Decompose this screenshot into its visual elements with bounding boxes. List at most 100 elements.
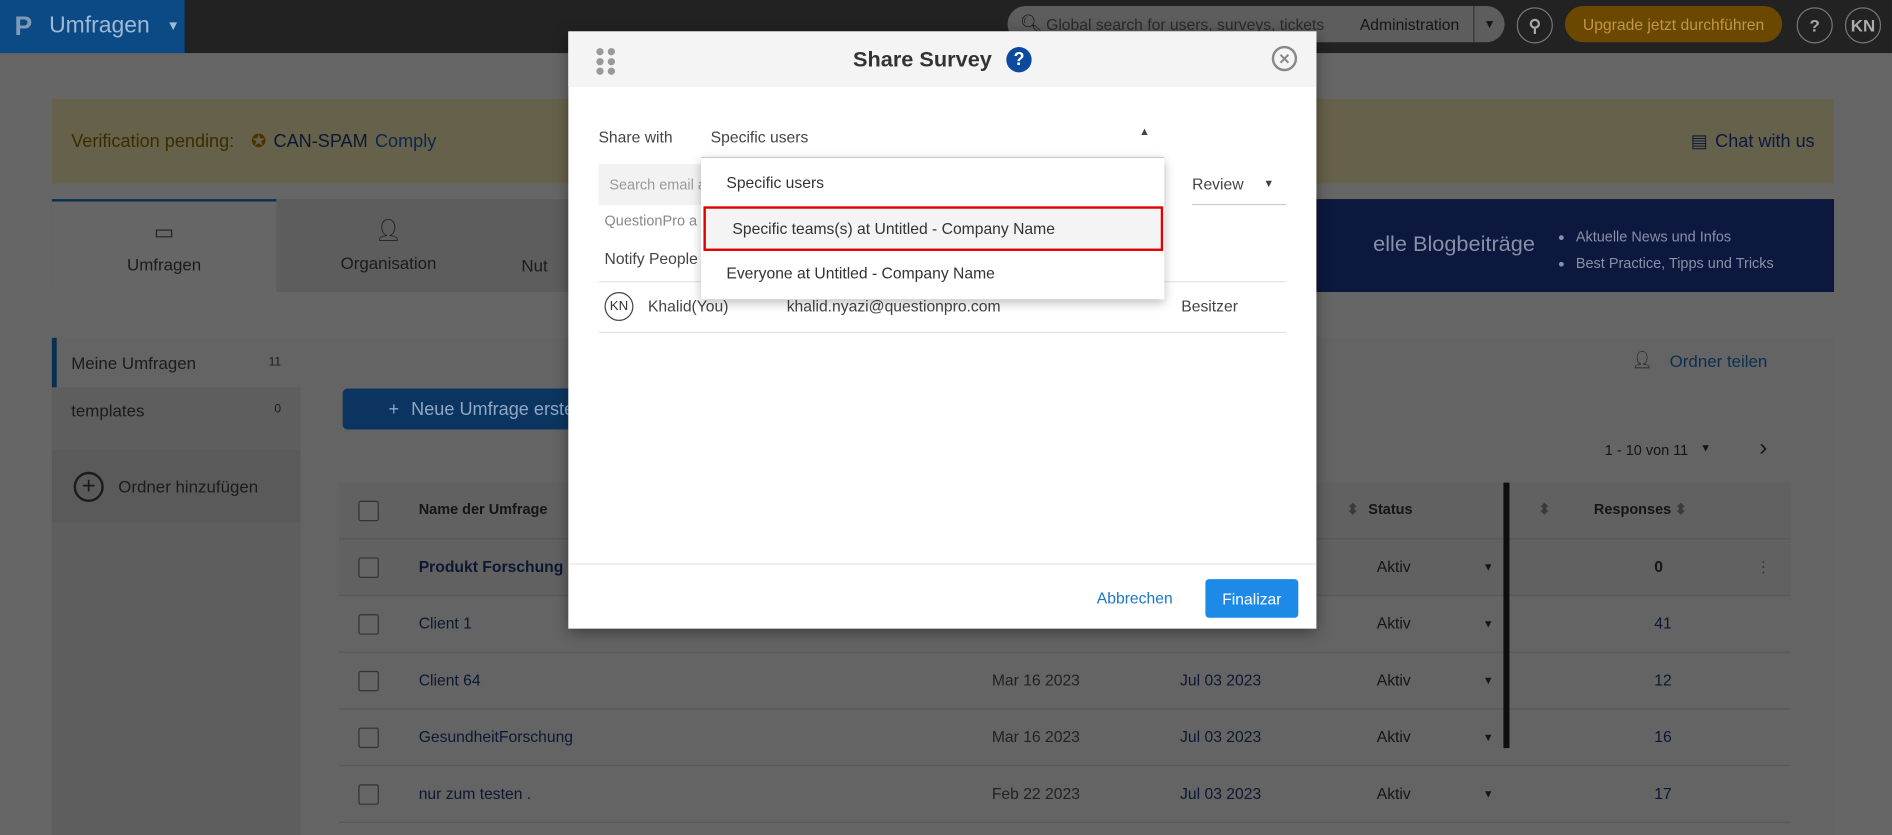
responses-count[interactable]: 41 xyxy=(1654,614,1671,632)
permission-value: Review xyxy=(1192,174,1244,194)
user-avatar: KN xyxy=(604,291,634,321)
survey-name-link[interactable]: Client 64 xyxy=(419,671,481,689)
chat-button[interactable]: ▤ Chat with us xyxy=(1691,130,1815,152)
more-options-icon[interactable]: ⋮ xyxy=(1756,557,1772,576)
folder-count: 11 xyxy=(268,355,282,370)
user-role: Besitzer xyxy=(1181,296,1238,315)
upgrade-button[interactable]: Upgrade jetzt durchführen xyxy=(1564,6,1783,43)
responses-count[interactable]: 17 xyxy=(1654,784,1671,802)
caret-down-icon[interactable]: ▼ xyxy=(1483,788,1494,800)
scope-dropdown-icon[interactable]: ▼ xyxy=(1473,6,1504,43)
permission-select[interactable]: Review ▼ xyxy=(1192,164,1287,206)
survey-name-link[interactable]: Produkt Forschung xyxy=(419,557,564,575)
survey-name-link[interactable]: nur zum testen . xyxy=(419,784,531,802)
option-everyone[interactable]: Everyone at Untitled - Company Name xyxy=(701,251,1164,296)
caret-down-icon[interactable]: ▼ xyxy=(1483,561,1494,573)
folder-meine-umfragen[interactable]: Meine Umfragen 11 xyxy=(51,337,301,388)
survey-name-link[interactable]: Client 1 xyxy=(419,614,472,632)
caret-down-icon[interactable]: ▼ xyxy=(1483,731,1494,743)
sort-icon[interactable]: ⬍ xyxy=(1347,501,1359,518)
caret-down-icon[interactable]: ▼ xyxy=(1483,618,1494,630)
help-button[interactable]: ? xyxy=(1796,7,1833,44)
chevron-down-icon: ▼ xyxy=(1700,441,1712,454)
table-row[interactable]: GesundheitForschung Mar 16 2023 Jul 03 2… xyxy=(339,709,1791,767)
row-checkbox[interactable] xyxy=(358,557,379,578)
created-date: Mar 16 2023 xyxy=(991,670,1080,689)
blog-promo[interactable]: elle Blogbeiträge Aktuelle News und Info… xyxy=(1315,199,1835,292)
status-select[interactable]: Aktiv xyxy=(1377,614,1411,632)
header-status[interactable]: Status xyxy=(1368,501,1412,518)
cancel-button[interactable]: Abbrechen xyxy=(1097,589,1173,607)
status-select[interactable]: Aktiv xyxy=(1377,784,1411,802)
next-page-button[interactable]: › xyxy=(1759,434,1767,462)
responses-count[interactable]: 0 xyxy=(1654,557,1663,575)
pagination-label: 1 - 10 von 11 xyxy=(1604,441,1689,459)
responses-count[interactable]: 12 xyxy=(1654,671,1671,689)
share-with-select[interactable]: Specific users ▲ xyxy=(701,123,1164,154)
share-folder-button[interactable]: 👤︎ Ordner teilen xyxy=(1631,350,1767,371)
table-scrollbar[interactable] xyxy=(1503,482,1510,749)
comply-link[interactable]: Comply xyxy=(375,131,436,152)
app-switcher[interactable]: P Umfragen ▼ xyxy=(0,0,185,54)
created-date: Mar 16 2023 xyxy=(991,727,1080,746)
new-survey-button[interactable]: + Neue Umfrage erste xyxy=(342,388,584,430)
finalize-button[interactable]: Finalizar xyxy=(1205,579,1299,618)
share-with-label: Share with xyxy=(598,127,673,146)
blog-title: elle Blogbeiträge xyxy=(1373,231,1535,256)
survey-name-link[interactable]: GesundheitForschung xyxy=(419,728,573,746)
tab-nutzer[interactable]: Nut xyxy=(501,199,569,292)
sort-icon[interactable]: ⬍ xyxy=(1675,501,1687,518)
blog-bullet: Best Practice, Tipps und Tricks xyxy=(1576,250,1774,277)
plus-icon: + xyxy=(388,398,400,420)
row-checkbox[interactable] xyxy=(358,784,379,805)
responses-count[interactable]: 16 xyxy=(1654,728,1671,746)
user-name: Khalid(You) xyxy=(647,296,729,315)
drag-handle-icon[interactable]: ●● ●● ●● xyxy=(595,42,618,78)
caret-down-icon[interactable]: ▼ xyxy=(1483,674,1494,686)
add-user-icon: 👤︎ xyxy=(374,218,403,243)
tab-organisation[interactable]: 👤︎ Organisation xyxy=(276,199,500,292)
folder-templates[interactable]: templates 0 xyxy=(52,387,301,432)
app-name: Umfragen xyxy=(49,13,150,39)
search-scope[interactable]: Administration xyxy=(1360,15,1459,33)
option-specific-teams[interactable]: Specific teams(s) at Untitled - Company … xyxy=(703,206,1164,251)
close-icon[interactable]: ✕ xyxy=(1271,45,1298,72)
table-row[interactable]: nur zum testen . Feb 22 2023 Jul 03 2023… xyxy=(339,766,1791,823)
verification-label: Verification pending: xyxy=(71,130,235,152)
modified-date: Jul 03 2023 xyxy=(1180,670,1262,689)
page: P Umfragen ▼ 🔍︎ Global search for users, s… xyxy=(0,0,1892,835)
search-button[interactable]: ⚲ xyxy=(1516,7,1553,44)
table-row[interactable]: Client 64 Mar 16 2023 Jul 03 2023 Aktiv … xyxy=(339,653,1791,710)
share-folder-label: Ordner teilen xyxy=(1669,350,1768,370)
new-survey-label: Neue Umfrage erste xyxy=(411,398,575,420)
header-name[interactable]: Name der Umfrage xyxy=(419,501,548,518)
share-survey-modal: ●● ●● ●● Share Survey ? ✕ Share with Speci… xyxy=(568,31,1317,629)
notify-people-toggle[interactable]: Notify People xyxy=(605,250,698,268)
row-checkbox[interactable] xyxy=(358,670,379,692)
avatar[interactable]: KN xyxy=(1844,7,1882,44)
questionpro-note: QuestionPro a xyxy=(604,212,698,230)
caret-up-icon: ▲ xyxy=(1139,125,1150,138)
add-user-icon: 👤︎ xyxy=(1631,349,1653,370)
chat-icon: ▤ xyxy=(1690,131,1708,153)
header-responses[interactable]: Responses xyxy=(1594,501,1671,518)
footer-divider xyxy=(568,563,1317,565)
modal-title: Share Survey xyxy=(853,46,992,71)
pagination-select[interactable]: 1 - 10 von 11 ▼ xyxy=(1605,442,1711,459)
sort-icon[interactable]: ⬍ xyxy=(1538,501,1550,518)
status-select[interactable]: Aktiv xyxy=(1377,557,1411,575)
folder-label: Meine Umfragen xyxy=(71,352,197,373)
row-checkbox[interactable] xyxy=(358,727,379,749)
status-select[interactable]: Aktiv xyxy=(1377,728,1411,746)
select-all-checkbox[interactable] xyxy=(358,500,379,522)
logo-icon: P xyxy=(14,10,33,42)
status-select[interactable]: Aktiv xyxy=(1377,671,1411,689)
tab-label: Organisation xyxy=(340,253,437,273)
add-folder-button[interactable]: + Ordner hinzufügen xyxy=(51,450,301,523)
tab-umfragen[interactable]: ▭ Umfragen xyxy=(51,199,277,292)
folder-label: templates xyxy=(71,399,145,420)
help-icon[interactable]: ? xyxy=(1006,46,1032,72)
option-specific-users[interactable]: Specific users xyxy=(701,160,1164,205)
row-checkbox[interactable] xyxy=(358,614,379,635)
divider xyxy=(598,331,1287,334)
